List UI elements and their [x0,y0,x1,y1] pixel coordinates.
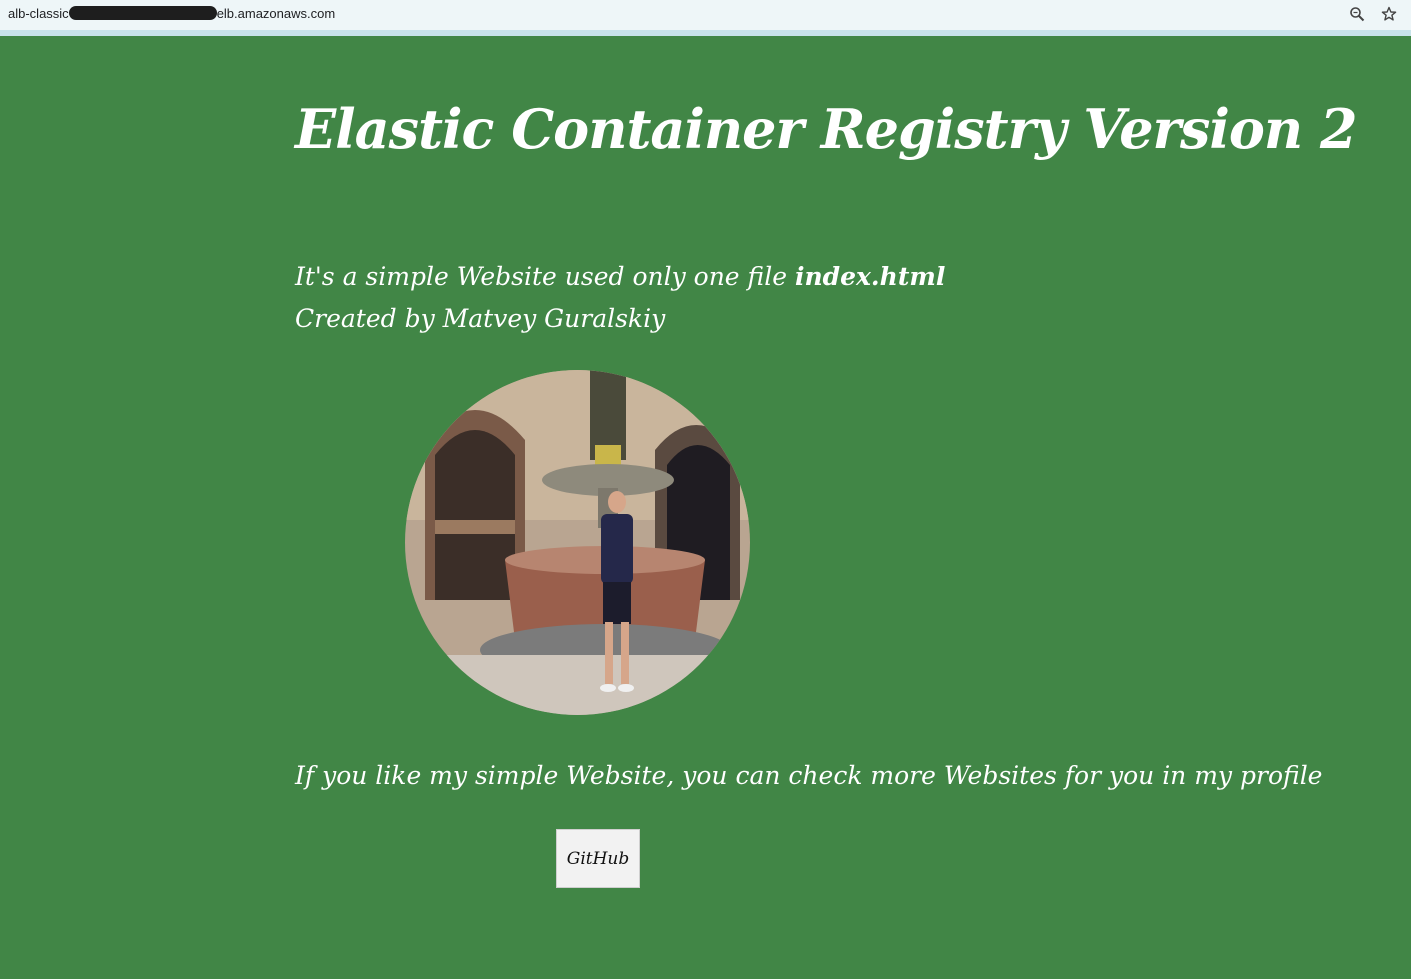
bookmark-star-icon[interactable] [1379,4,1399,24]
browser-bar-icons [1347,4,1399,24]
page-title: Elastic Container Registry Version 2 [295,97,1358,161]
intro-line-2: Created by Matvey Guralskiy [295,304,666,333]
intro-line-1: It's a simple Website used only one file… [295,256,945,298]
url-field[interactable]: alb-classic elb.amazonaws.com [8,6,335,21]
url-prefix: alb-classic [8,6,69,21]
url-redacted-segment [68,6,217,20]
intro-text: It's a simple Website used only one file… [295,256,945,340]
page-body: Elastic Container Registry Version 2 It'… [0,36,1411,979]
intro-filename: index.html [794,262,946,291]
profile-photo [405,370,750,715]
profile-invitation-text: If you like my simple Website, you can c… [295,761,1323,790]
browser-address-bar: alb-classic elb.amazonaws.com [0,0,1411,36]
github-button[interactable]: GitHub [556,829,640,888]
intro-line-1-text: It's a simple Website used only one file [295,262,795,291]
url-suffix: elb.amazonaws.com [216,6,336,21]
zoom-icon[interactable] [1347,4,1367,24]
